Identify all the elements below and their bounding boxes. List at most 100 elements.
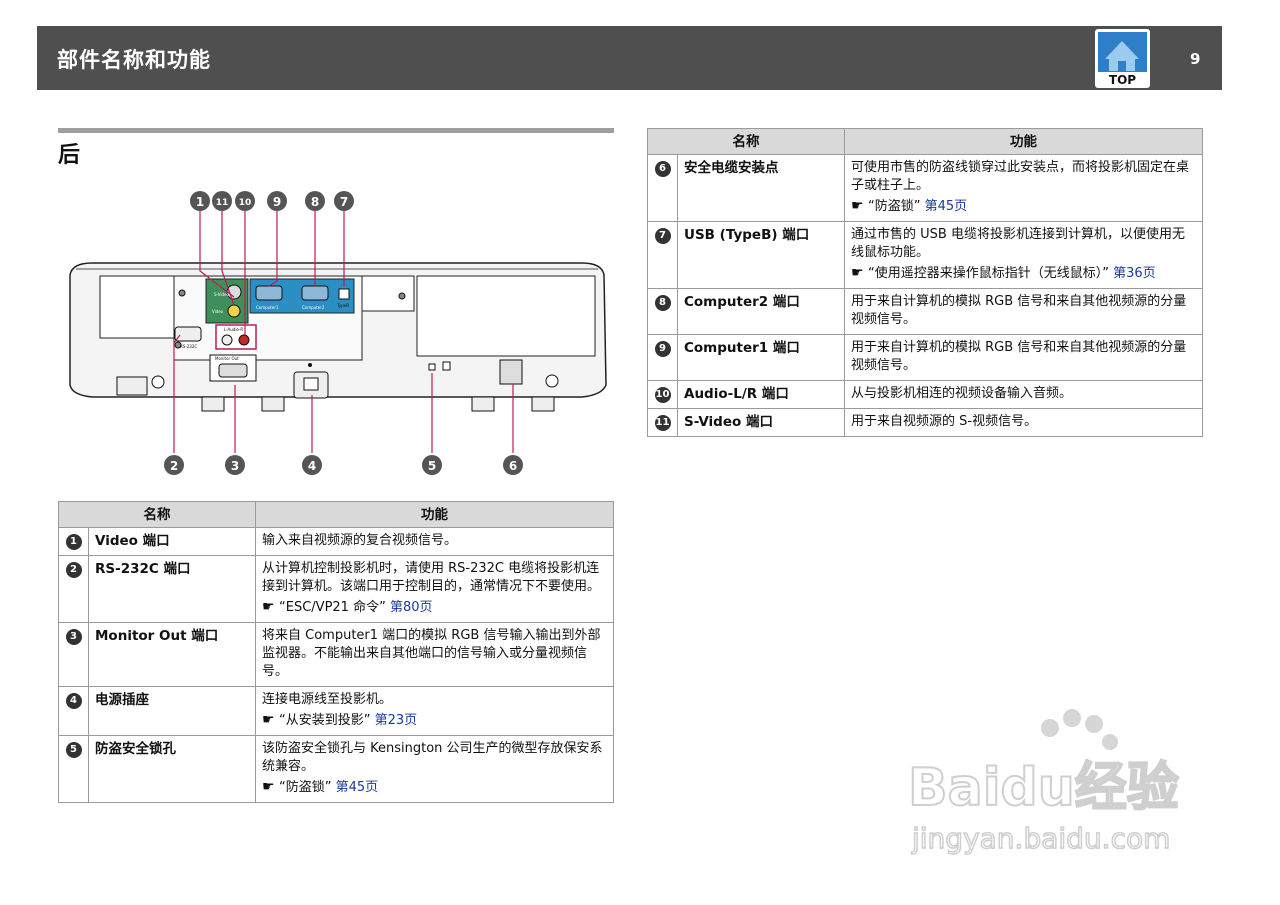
- callout-4-label: 4: [308, 459, 316, 473]
- callout-1-label: 1: [196, 195, 204, 209]
- function-text: 该防盗安全锁孔与 Kensington 公司生产的微型存放保安系统兼容。: [262, 741, 603, 774]
- callout-number-icon: 3: [65, 629, 82, 645]
- part-name: Monitor Out 端口: [88, 622, 256, 687]
- table-header-row: 名称 功能: [647, 128, 1203, 155]
- cross-reference: ☛ “防盗锁” 第45页: [262, 778, 607, 797]
- monitor-out-port-label: Monitor Out: [215, 356, 239, 361]
- top-logo-text: TOP: [1109, 73, 1136, 87]
- function-text: 从与投影机相连的视频设备输入音频。: [851, 386, 1073, 401]
- section-rule: [58, 128, 614, 133]
- reference-title: “使用遥控器来操作鼠标指针（无线鼠标）”: [868, 266, 1109, 281]
- callout-number-icon: 5: [65, 742, 82, 758]
- table-row: 1 Video 端口 输入来自视频源的复合视频信号。: [58, 527, 614, 556]
- rs232c-port-label: RS-232C: [180, 344, 197, 349]
- table-row: 3 Monitor Out 端口 将来自 Computer1 端口的模拟 RGB 信…: [58, 622, 614, 687]
- part-function: 从计算机控制投影机时，请使用 RS-232C 电缆将投影机连接到计算机。该端口用…: [255, 555, 614, 623]
- callout-5-label: 5: [428, 459, 436, 473]
- row-number-cell: 5: [58, 735, 89, 803]
- page-reference-link[interactable]: 第80页: [390, 600, 433, 615]
- callout-number-icon: 11: [654, 415, 671, 431]
- part-function: 输入来自视频源的复合视频信号。: [255, 527, 614, 556]
- part-name: 防盗安全锁孔: [88, 735, 256, 803]
- page-reference-link[interactable]: 第23页: [375, 713, 418, 728]
- paw-toe-1: [1041, 719, 1059, 737]
- part-name: RS-232C 端口: [88, 555, 256, 623]
- part-function: 用于来自计算机的模拟 RGB 信号和来自其他视频源的分量视频信号。: [844, 288, 1203, 335]
- reference-title: “从安装到投影”: [279, 713, 371, 728]
- watermark-brand: Baidu经验: [908, 758, 1179, 818]
- audio-port-label: L-Audio-R: [224, 327, 243, 332]
- paw-toe-4: [1102, 734, 1118, 750]
- part-function: 可使用市售的防盗线锁穿过此安装点，而将投影机固定在桌子或柱子上。 ☛ “防盗锁” …: [844, 154, 1203, 222]
- table-row: 11 S-Video 端口 用于来自视频源的 S-视频信号。: [647, 408, 1203, 437]
- section-title: 后: [58, 143, 81, 168]
- pointing-hand-icon: ☛: [262, 599, 280, 615]
- baidu-watermark: Baidu经验 jingyan.baidu.com: [907, 709, 1180, 856]
- callout-number-icon: 8: [654, 295, 671, 311]
- callout-number-icon: 7: [654, 228, 671, 244]
- computer1-port-label: Computer1: [256, 305, 279, 310]
- typeb-port-label: TypeB: [336, 303, 349, 308]
- table-row: 5 防盗安全锁孔 该防盗安全锁孔与 Kensington 公司生产的微型存放保安系统…: [58, 735, 614, 803]
- paw-toe-2: [1063, 709, 1081, 727]
- part-name: Audio-L/R 端口: [677, 380, 845, 409]
- part-function: 通过市售的 USB 电缆将投影机连接到计算机，以便使用无线鼠标功能。 ☛ “使用遥…: [844, 221, 1203, 289]
- function-text: 通过市售的 USB 电缆将投影机连接到计算机，以便使用无线鼠标功能。: [851, 227, 1185, 260]
- table-row: 6 安全电缆安装点 可使用市售的防盗线锁穿过此安装点，而将投影机固定在桌子或柱子上。…: [647, 154, 1203, 222]
- callout-11-label: 11: [216, 198, 229, 208]
- row-number-cell: 10: [647, 380, 678, 409]
- function-text: 用于来自视频源的 S-视频信号。: [851, 414, 1038, 429]
- reference-title: “ESC/VP21 命令”: [279, 600, 386, 615]
- callout-number-icon: 2: [65, 562, 82, 578]
- row-number-cell: 4: [58, 686, 89, 736]
- part-function: 用于来自视频源的 S-视频信号。: [844, 408, 1203, 437]
- callout-8-label: 8: [311, 195, 319, 209]
- column-header-function: 功能: [255, 501, 614, 528]
- row-number-cell: 1: [58, 527, 89, 556]
- callout-number-icon: 9: [654, 341, 671, 357]
- row-number-cell: 9: [647, 334, 678, 381]
- callout-number-icon: 6: [654, 161, 671, 177]
- parts-table-left: 名称 功能 1 Video 端口 输入来自视频源的复合视频信号。 2 RS-232C 端…: [58, 501, 614, 803]
- function-text: 用于来自计算机的模拟 RGB 信号和来自其他视频源的分量视频信号。: [851, 294, 1187, 327]
- header-title: 部件名称和功能: [57, 48, 211, 72]
- reference-title: “防盗锁”: [868, 199, 921, 214]
- projector-rear-diagram: S-Video Video Computer1 Computer2 TypeB …: [69, 191, 607, 475]
- callout-6-label: 6: [509, 459, 517, 473]
- callout-number-icon: 4: [65, 693, 82, 709]
- function-text: 连接电源线至投影机。: [262, 692, 393, 707]
- function-text: 可使用市售的防盗线锁穿过此安装点，而将投影机固定在桌子或柱子上。: [851, 160, 1190, 193]
- row-number-cell: 8: [647, 288, 678, 335]
- pointing-hand-icon: ☛: [851, 265, 869, 281]
- cross-reference: ☛ “ESC/VP21 命令” 第80页: [262, 598, 607, 617]
- part-name: Computer1 端口: [677, 334, 845, 381]
- row-number-cell: 3: [58, 622, 89, 687]
- table-row: 8 Computer2 端口 用于来自计算机的模拟 RGB 信号和来自其他视频源的分…: [647, 288, 1203, 335]
- paw-toe-3: [1085, 715, 1103, 733]
- row-number-cell: 2: [58, 555, 89, 623]
- cross-reference: ☛ “从安装到投影” 第23页: [262, 711, 607, 730]
- callout-3-label: 3: [231, 459, 239, 473]
- callout-10-label: 10: [239, 198, 252, 208]
- table-row: 2 RS-232C 端口 从计算机控制投影机时，请使用 RS-232C 电缆将投影机…: [58, 555, 614, 623]
- part-function: 从与投影机相连的视频设备输入音频。: [844, 380, 1203, 409]
- pointing-hand-icon: ☛: [851, 198, 869, 214]
- table-row: 9 Computer1 端口 用于来自计算机的模拟 RGB 信号和来自其他视频源的分…: [647, 334, 1203, 381]
- part-function: 将来自 Computer1 端口的模拟 RGB 信号输入输出到外部监视器。不能输…: [255, 622, 614, 687]
- part-name: USB (TypeB) 端口: [677, 221, 845, 289]
- top-home-icon[interactable]: TOP: [1095, 29, 1150, 88]
- page-reference-link[interactable]: 第45页: [925, 199, 968, 214]
- row-number-cell: 6: [647, 154, 678, 222]
- function-text: 用于来自计算机的模拟 RGB 信号和来自其他视频源的分量视频信号。: [851, 340, 1187, 373]
- function-text: 从计算机控制投影机时，请使用 RS-232C 电缆将投影机连接到计算机。该端口用…: [262, 561, 601, 594]
- part-name: 安全电缆安装点: [677, 154, 845, 222]
- page-reference-link[interactable]: 第36页: [1113, 266, 1156, 281]
- page-number: 9: [1190, 50, 1201, 68]
- page-reference-link[interactable]: 第45页: [336, 780, 379, 795]
- function-text: 将来自 Computer1 端口的模拟 RGB 信号输入输出到外部监视器。不能输…: [262, 628, 601, 679]
- part-function: 用于来自计算机的模拟 RGB 信号和来自其他视频源的分量视频信号。: [844, 334, 1203, 381]
- parts-table-right: 名称 功能 6 安全电缆安装点 可使用市售的防盗线锁穿过此安装点，而将投影机固定在桌…: [647, 128, 1203, 437]
- page-header: 部件名称和功能 TOP 9: [37, 26, 1222, 90]
- pointing-hand-icon: ☛: [262, 712, 280, 728]
- reference-title: “防盗锁”: [279, 780, 332, 795]
